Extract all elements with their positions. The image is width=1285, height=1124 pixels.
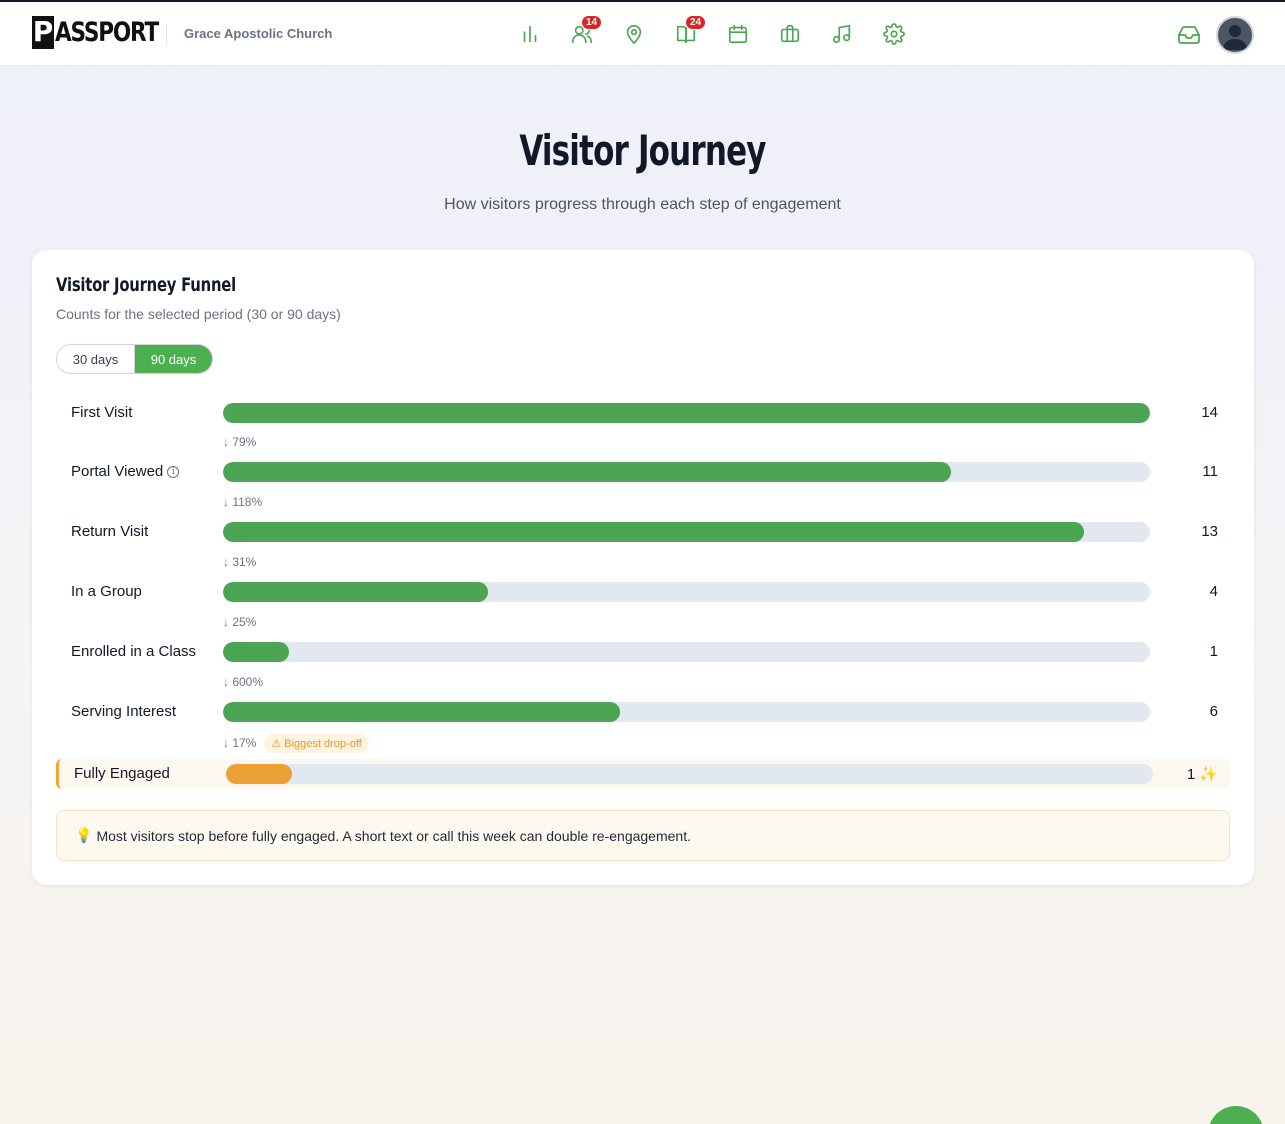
logo-mark: P [32, 15, 54, 49]
top-navbar: P ASSPORT Grace Apostolic Church 14 24 [0, 0, 1285, 66]
briefcase-icon [780, 24, 800, 43]
stage-label-text: Enrolled in a Class [71, 643, 197, 660]
lightbulb-icon: 💡 [75, 827, 93, 843]
funnel-stage-row: Portal Viewed i 11 [56, 457, 1230, 487]
user-avatar[interactable] [1216, 16, 1254, 54]
funnel-stage-row: In a Group 4 [56, 577, 1230, 607]
stage-count: 1 [1209, 643, 1218, 660]
stage-label-text: Serving Interest [71, 703, 177, 720]
passport-logo[interactable]: P ASSPORT [32, 14, 184, 50]
stage-count: 1 ✨ [1186, 766, 1218, 783]
location-pin-icon [626, 24, 642, 44]
nav-music-button[interactable] [829, 21, 855, 47]
stage-label: Enrolled in a Class [71, 643, 196, 660]
conversion-rate-text: ↓ 25% [223, 615, 257, 629]
stage-label: Fully Engaged [74, 765, 170, 782]
stage-label: In a Group [71, 583, 142, 600]
stage-bar-fill [223, 522, 1084, 542]
stage-label-text: In a Group [71, 583, 142, 600]
funnel-stage-row: Serving Interest 6 [56, 697, 1230, 727]
stage-count: 13 [1201, 523, 1218, 540]
stage-label-text: Portal Viewed [71, 463, 164, 480]
funnel-stage-row: Fully Engaged 1 ✨ [56, 759, 1230, 789]
funnel-card: Visitor Journey Funnel Counts for the se… [32, 250, 1254, 885]
header-divider [166, 24, 167, 46]
period-toggle: 30 days 90 days [56, 344, 213, 374]
stage-label-text: Return Visit [71, 523, 149, 540]
tip-text: Most visitors stop before fully engaged.… [96, 827, 691, 844]
stage-bar-track [223, 522, 1150, 542]
stage-label: Serving Interest [71, 703, 176, 720]
logo-wordmark: ASSPORT [55, 16, 159, 48]
period-30-days-button[interactable]: 30 days [57, 345, 135, 373]
nav-briefcase-button[interactable] [777, 21, 803, 47]
conversion-rate-text: ↓ 79% [223, 435, 257, 449]
calendar-icon [728, 24, 748, 44]
notification-badge: 14 [581, 15, 603, 30]
stage-label: Return Visit [71, 523, 148, 540]
funnel-stage-row: First Visit 14 [56, 398, 1230, 428]
tip-banner: 💡 Most visitors stop before fully engage… [56, 810, 1230, 861]
music-icon [832, 24, 851, 44]
stage-count: 11 [1202, 463, 1218, 480]
conversion-rate: ↓ 25% [223, 612, 256, 632]
stage-bar-track [223, 702, 1150, 722]
stage-label: First Visit [71, 404, 132, 421]
stage-count: 14 [1201, 404, 1218, 421]
user-silhouette-icon [1223, 25, 1247, 50]
stage-bar-fill [223, 642, 290, 662]
stage-label-text: Fully Engaged [74, 765, 170, 782]
stage-label-text: First Visit [71, 404, 133, 421]
funnel-stage-row: Return Visit 13 [56, 517, 1230, 547]
card-subtitle: Counts for the selected period (30 or 90… [56, 306, 341, 322]
church-name: Grace Apostolic Church [184, 26, 333, 41]
nav-calendar-button[interactable] [725, 21, 751, 47]
period-90-days-button[interactable]: 90 days [135, 345, 212, 373]
conversion-rate: ↓ 118% [223, 492, 262, 512]
stage-bar-track [223, 462, 1150, 482]
conversion-rate: ↓ 600% [223, 672, 263, 692]
stage-bar-fill [223, 462, 952, 482]
notification-badge: 24 [685, 15, 707, 30]
conversion-rate-text: ↓ 17% [223, 736, 257, 750]
conversion-rate: ↓ 31% [223, 552, 256, 572]
nav-gear-button[interactable] [881, 21, 907, 47]
conversion-rate: ↓ 79% [223, 432, 256, 452]
conversion-rate-text: ↓ 31% [223, 555, 257, 569]
nav-reports-button[interactable] [517, 21, 543, 47]
stage-bar-track [223, 403, 1150, 423]
gear-icon [883, 23, 905, 45]
reports-icon [523, 25, 537, 43]
biggest-dropoff-badge: ⚠ Biggest drop-off [264, 733, 369, 753]
inbox-icon[interactable] [1177, 23, 1201, 47]
nav-location-pin-button[interactable] [621, 21, 647, 47]
conversion-rate-text: ↓ 600% [223, 675, 264, 689]
conversion-rate-text: ↓ 118% [223, 495, 263, 509]
stage-count: 4 [1209, 583, 1218, 600]
page-title: Visitor Journey [519, 126, 766, 175]
conversion-rate: ↓ 17% ⚠ Biggest drop-off [223, 733, 369, 753]
info-icon[interactable]: i [167, 465, 180, 478]
stage-count: 6 [1209, 703, 1218, 720]
page-subtitle: How visitors progress through each step … [444, 196, 841, 213]
stage-bar-fill [223, 702, 621, 722]
stage-label: Portal Viewed i [71, 463, 180, 480]
funnel-stage-row: Enrolled in a Class 1 [56, 637, 1230, 667]
nav-people-button[interactable]: 14 [569, 15, 603, 47]
stage-bar-fill [223, 582, 488, 602]
chat-fab-button[interactable] [1208, 1106, 1264, 1124]
stage-bar-fill [223, 403, 1150, 423]
stage-bar-track [223, 582, 1150, 602]
stage-bar-fill [226, 764, 293, 784]
stage-bar-track [226, 764, 1153, 784]
card-title: Visitor Journey Funnel [56, 274, 236, 296]
stage-bar-track [223, 642, 1150, 662]
nav-book-button[interactable]: 24 [673, 15, 707, 47]
